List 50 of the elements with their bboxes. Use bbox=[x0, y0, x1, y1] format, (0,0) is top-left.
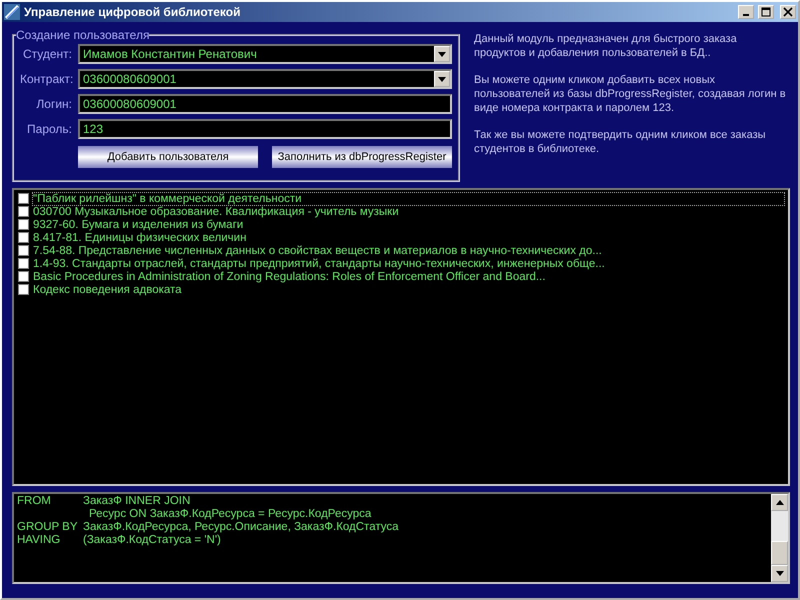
sql-text-area[interactable]: FROM ЗаказФ INNER JOIN Ресурс ON ЗаказФ.КодРесурса = Ресурс.КодРесурса GROUP BY ЗаказФ.КодРесурса, Ресурс.Описание, ЗаказФ.КодСтатуса HAVING (ЗаказФ.КодСтатуса = 'N') bbox=[12, 492, 790, 584]
sql-line: Ресурс ON ЗаказФ.КодРесурса = Ресурс.КодРесурса bbox=[89, 508, 372, 521]
group-legend: Создание пользователя bbox=[16, 28, 150, 42]
info-paragraph: Данный модуль предназначен для быстрого заказа продуктов и добавления пользователей в БД.. bbox=[474, 32, 738, 60]
field-label: Пароль: bbox=[26, 122, 72, 136]
input-field[interactable]: 03600080609001 bbox=[78, 94, 452, 114]
action-button[interactable]: Добавить пользователя bbox=[78, 146, 258, 168]
sql-keyword: GROUP BY bbox=[17, 521, 78, 534]
field-label: Контракт: bbox=[20, 72, 72, 86]
checkbox[interactable] bbox=[18, 258, 29, 269]
maximize-icon bbox=[761, 7, 771, 17]
app-icon bbox=[4, 4, 20, 20]
field-label: Студент: bbox=[22, 47, 72, 61]
list-item[interactable]: 9327-60. Бумага и изделения из бумаги bbox=[33, 218, 244, 230]
minimize-icon bbox=[743, 14, 749, 16]
list-item[interactable]: Basic Procedures in Administration of Zoning Regulations: Roles of Enforcement Officer and Board... bbox=[33, 270, 546, 282]
checkbox[interactable] bbox=[18, 232, 29, 243]
window-title: Управление цифровой библиотекой bbox=[24, 5, 242, 19]
scrollbar[interactable] bbox=[771, 494, 788, 582]
checkbox[interactable] bbox=[18, 284, 29, 295]
checkbox[interactable] bbox=[18, 206, 29, 217]
action-button[interactable]: Заполнить из dbProgressRegister bbox=[272, 146, 452, 168]
info-paragraph: Вы можете одним кликом добавить всех новых пользователей из базы dbProgressRegister, создавая логин в виде номера контракта и паролем 123. bbox=[474, 73, 787, 115]
list-item[interactable]: Кодекс поведения адвоката bbox=[33, 284, 182, 296]
sql-line: (ЗаказФ.КодСтатуса = 'N') bbox=[83, 534, 221, 547]
sql-keyword: HAVING bbox=[17, 534, 62, 547]
scroll-up-icon[interactable] bbox=[771, 494, 788, 511]
info-paragraph: Так же вы можете подтвердить одним кликом все заказы студентов в библиотеке. bbox=[474, 128, 767, 156]
checkbox[interactable] bbox=[18, 245, 29, 256]
sql-line: ЗаказФ.КодРесурса, Ресурс.Описание, ЗаказФ.КодСтатуса bbox=[83, 521, 398, 534]
dropdown[interactable]: Имамов Константин Ренатович bbox=[78, 44, 452, 64]
list-item[interactable]: "Паблик рилейшнз" в коммерческой деятельности bbox=[33, 192, 784, 204]
field-label: Логин: bbox=[35, 97, 72, 111]
sql-line: ЗаказФ INNER JOIN bbox=[83, 495, 190, 508]
close-icon bbox=[783, 7, 793, 17]
checkbox[interactable] bbox=[18, 219, 29, 230]
list-item[interactable]: 1.4-93. Стандарты отраслей, стандарты предприятий, стандарты научно-технических, инженерных обще... bbox=[33, 258, 605, 270]
maximize-button[interactable] bbox=[758, 5, 774, 19]
scroll-thumb[interactable] bbox=[771, 541, 788, 565]
list-item[interactable]: 8.417-81. Единицы физических величин bbox=[33, 232, 246, 244]
minimize-button[interactable] bbox=[738, 5, 754, 19]
list-item[interactable]: 7.54-88. Представление численных данных о свойствах веществ и материалов в научно-технических до... bbox=[33, 244, 602, 256]
input-field[interactable]: 123 bbox=[78, 119, 452, 139]
checkbox[interactable] bbox=[18, 271, 29, 282]
checkbox[interactable] bbox=[18, 193, 29, 204]
close-button[interactable] bbox=[780, 5, 796, 19]
scroll-down-icon[interactable] bbox=[771, 565, 788, 582]
list-item[interactable]: 030700 Музыкальное образование. Квалификация - учитель музыки bbox=[33, 206, 399, 218]
dropdown[interactable]: 03600080609001 bbox=[78, 69, 452, 89]
sql-keyword: FROM bbox=[17, 495, 52, 508]
